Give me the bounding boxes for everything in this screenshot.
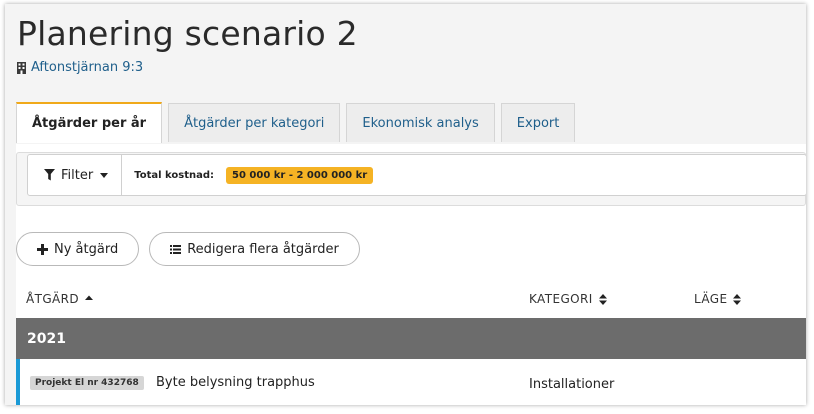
tab-atgarder-per-kategori[interactable]: Åtgärder per kategori [168, 103, 341, 142]
action-category: Installationer [529, 377, 615, 392]
total-cost-badge[interactable]: 50 000 kr - 2 000 000 kr [226, 166, 374, 184]
filter-bar: Filter Total kostnad: 50 000 kr - 2 000 … [27, 154, 806, 196]
column-header-lage[interactable]: LÄGE [694, 292, 742, 306]
column-header-label: KATEGORI [529, 292, 593, 306]
column-header-kategori[interactable]: KATEGORI [529, 292, 607, 306]
new-action-label: Ny åtgärd [54, 241, 119, 257]
edit-multiple-label: Redigera flera åtgärder [187, 241, 339, 257]
tab-atgarder-per-ar[interactable]: Åtgärder per år [16, 102, 163, 143]
tab-export[interactable]: Export [500, 103, 576, 142]
property-link[interactable]: Aftonstjärnan 9:3 [17, 60, 143, 75]
year-group-header[interactable]: 2021 [16, 318, 806, 359]
tab-bar: Åtgärder per år Åtgärder per kategori Ek… [16, 102, 576, 143]
filter-button[interactable]: Filter [28, 155, 123, 195]
column-header-atgard[interactable]: ÅTGÄRD [26, 292, 94, 306]
funnel-icon [44, 169, 55, 181]
edit-multiple-button[interactable]: Redigera flera åtgärder [149, 232, 360, 266]
column-header-label: LÄGE [694, 292, 728, 306]
action-name: Byte belysning trapphus [156, 375, 315, 390]
project-badge: Projekt El nr 432768 [30, 376, 144, 390]
sort-ascending-icon [85, 295, 94, 300]
sort-icon [733, 293, 742, 305]
column-header-label: ÅTGÄRD [26, 292, 80, 306]
tab-ekonomisk-analys[interactable]: Ekonomisk analys [346, 103, 495, 142]
plus-icon [37, 243, 48, 255]
page-title: Planering scenario 2 [17, 14, 358, 53]
filter-button-label: Filter [61, 167, 94, 183]
app-window: Planering scenario 2 Aftonstjärnan 9:3 Å… [5, 4, 806, 405]
list-icon [170, 244, 182, 254]
total-cost-label: Total kostnad: [134, 169, 215, 181]
table-row[interactable]: Projekt El nr 432768 Byte belysning trap… [16, 359, 806, 405]
action-buttons: Ny åtgärd Redigera flera åtgärder [16, 232, 360, 266]
property-name: Aftonstjärnan 9:3 [31, 60, 144, 75]
chevron-down-icon [100, 172, 109, 178]
new-action-button[interactable]: Ny åtgärd [16, 232, 140, 266]
tab-content: Filter Total kostnad: 50 000 kr - 2 000 … [16, 144, 806, 405]
sort-icon [598, 293, 607, 305]
building-icon [17, 61, 26, 74]
